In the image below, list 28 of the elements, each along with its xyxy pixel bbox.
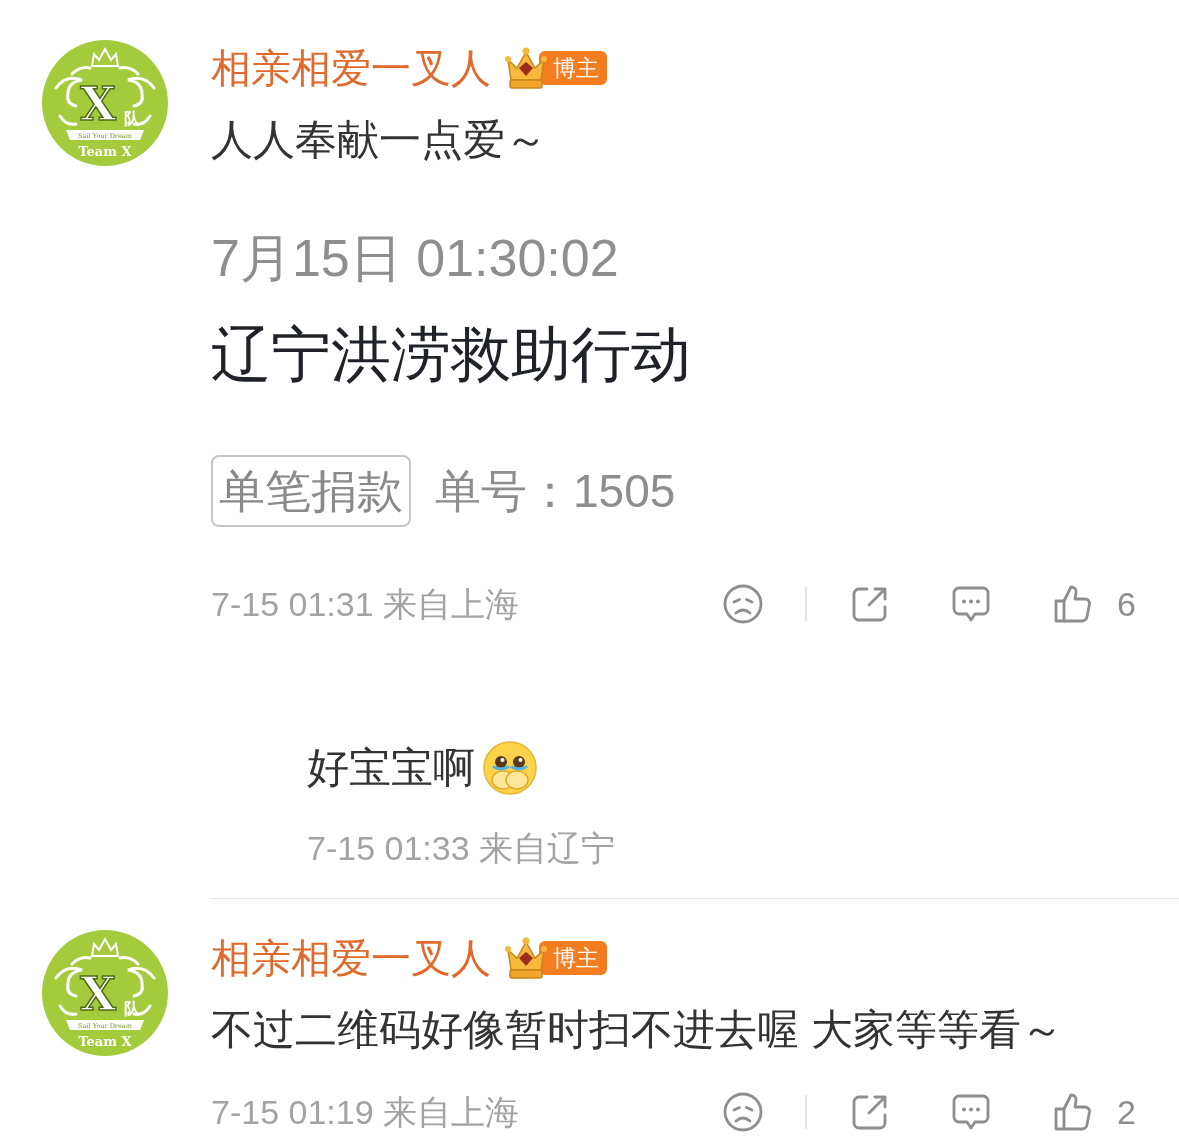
donation-type-tag: 单笔捐款 [211,455,411,527]
comment-meta: 7-15 01:31 来自上海 [211,587,520,621]
reply-meta: 7-15 01:33 来自辽宁 [307,831,616,865]
logo-caption: Team X [78,1034,132,1049]
campaign-title: 辽宁洪涝救助行动 [211,320,691,390]
logo-letter: X [80,967,116,1021]
comment-meta: 7-15 01:19 来自上海 [211,1095,520,1129]
comment-text: 人人奉献一点爱～ [211,119,547,161]
logo-character: 队 [124,110,140,127]
comment-icon[interactable] [951,584,992,624]
like-count: 2 [1117,1095,1136,1129]
username[interactable]: 相亲相爱一叉人 [211,48,491,88]
reply-text: 好宝宝啊 [307,747,475,789]
like-count: 6 [1117,587,1136,621]
sad-face-icon[interactable] [723,1092,764,1132]
username[interactable]: 相亲相爱一叉人 [211,938,491,978]
role-badge: 博主 [539,51,607,85]
logo-letter: X [80,77,116,131]
logo-character: 队 [124,1000,140,1017]
logo-caption: Team X [78,144,132,159]
thumbs-up-icon[interactable] [1053,1092,1094,1132]
comment-icon[interactable] [951,1092,992,1132]
date-time-text: 7月15日 01:30:02 [211,228,619,288]
comment-text: 不过二维码好像暂时扫不进去喔 大家等等看～ [211,1009,1063,1051]
thumbs-up-icon[interactable] [1053,584,1094,624]
order-number: 单号：1505 [435,468,676,514]
role-badge: 博主 [539,941,607,975]
sad-face-icon[interactable] [723,584,764,624]
